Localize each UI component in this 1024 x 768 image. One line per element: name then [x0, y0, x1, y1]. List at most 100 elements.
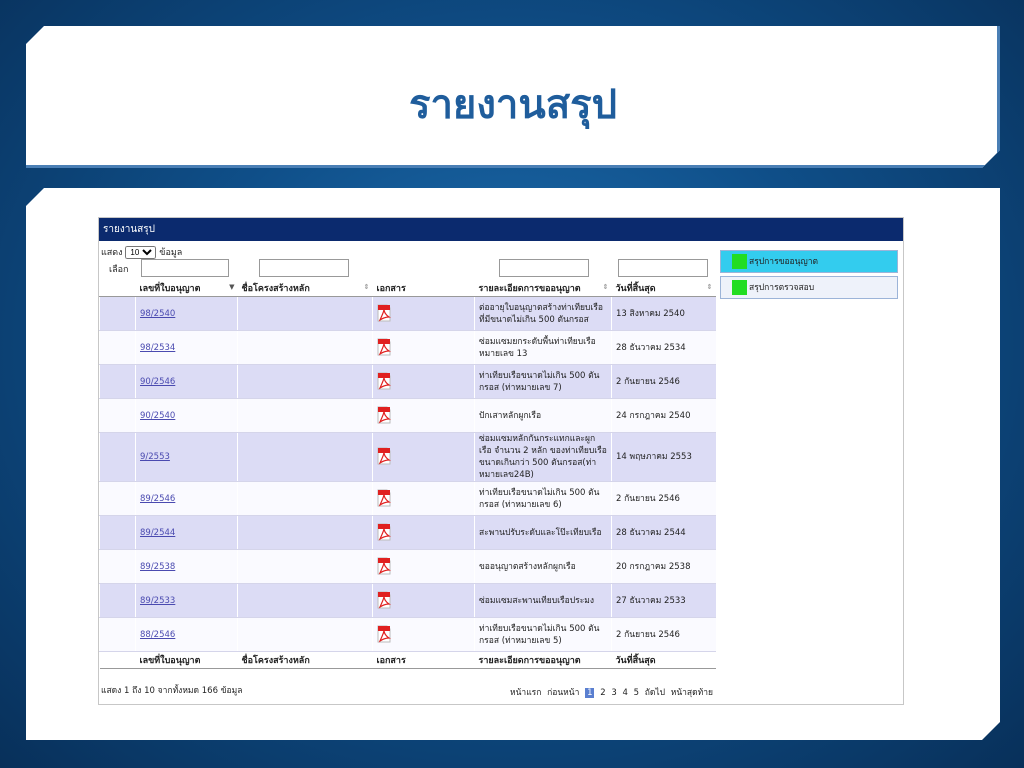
name-cell	[238, 584, 373, 618]
detail-cell: ท่าเทียบเรือขนาดไม่เกิน 500 ตันกรอส (ท่า…	[475, 618, 612, 652]
table-row: 90/2540 ปักเสาหลักผูกเรือ 24 กรกฎาคม 254…	[100, 399, 716, 433]
table-row: 89/2544 สะพานปรับระดับและโป๊ะเทียบเรือ 2…	[100, 516, 716, 550]
name-cell	[238, 618, 373, 652]
license-link[interactable]: 89/2546	[136, 482, 238, 516]
detail-cell: ท่าเทียบเรือขนาดไม่เกิน 500 ตันกรอส (ท่า…	[475, 365, 612, 399]
side-menu-label: สรุปการขออนุญาต	[749, 257, 819, 267]
detail-cell: สะพานปรับระดับและโป๊ะเทียบเรือ	[475, 516, 612, 550]
end-date-cell: 14 พฤษภาคม 2553	[612, 433, 716, 482]
license-link[interactable]: 98/2534	[136, 331, 238, 365]
col-doc-header: เอกสาร	[373, 280, 475, 297]
table-row: 89/2538 ขออนุญาตสร้างหลักผูกเรือ 20 กรกฎ…	[100, 550, 716, 584]
pdf-icon[interactable]	[377, 625, 391, 643]
name-cell	[238, 550, 373, 584]
license-link[interactable]: 89/2544	[136, 516, 238, 550]
pdf-icon[interactable]	[377, 557, 391, 575]
filter-license-input[interactable]	[141, 259, 229, 277]
pagination: หน้าแรก ก่อนหน้า 1 2 3 4 5 ถัดไป หน้าสุด…	[507, 685, 713, 699]
pager-page-4[interactable]: 4	[622, 688, 627, 698]
pdf-icon[interactable]	[377, 406, 391, 424]
pager-first[interactable]: หน้าแรก	[510, 688, 541, 698]
table-row: 89/2533 ซ่อมแซมสะพานเทียบเรือประมง 27 ธั…	[100, 584, 716, 618]
table-row: 88/2546 ท่าเทียบเรือขนาดไม่เกิน 500 ตันก…	[100, 618, 716, 652]
detail-cell: ต่ออายุใบอนุญาตสร้างท่าเทียบเรือที่มีขนา…	[475, 297, 612, 331]
end-date-cell: 2 กันยายน 2546	[612, 365, 716, 399]
end-date-cell: 24 กรกฎาคม 2540	[612, 399, 716, 433]
slide-title: รายงานสรุป	[408, 82, 617, 128]
table-row: 89/2546 ท่าเทียบเรือขนาดไม่เกิน 500 ตันก…	[100, 482, 716, 516]
sort-icon: ⇕	[706, 283, 713, 291]
foot-col-end: วันที่สิ้นสุด	[612, 652, 716, 669]
col-end-header[interactable]: วันที่สิ้นสุด ⇕	[612, 280, 716, 297]
page-size-control: แสดง 10 ข้อมูล	[101, 245, 182, 259]
detail-cell: ท่าเทียบเรือขนาดไม่เกิน 500 ตันกรอส (ท่า…	[475, 482, 612, 516]
col-detail-header[interactable]: รายละเอียดการขออนุญาต ⇕	[475, 280, 612, 297]
pdf-icon[interactable]	[377, 591, 391, 609]
green-marker-icon	[732, 254, 747, 269]
filter-label: เลือก	[109, 265, 129, 275]
license-link[interactable]: 90/2540	[136, 399, 238, 433]
name-cell	[238, 516, 373, 550]
show-prefix: แสดง	[101, 248, 123, 258]
name-cell	[238, 331, 373, 365]
side-menu-license-summary[interactable]: สรุปการขออนุญาต	[720, 250, 898, 273]
foot-col-name: ชื่อโครงสร้างหลัก	[238, 652, 373, 669]
license-link[interactable]: 89/2538	[136, 550, 238, 584]
end-date-cell: 13 สิงหาคม 2540	[612, 297, 716, 331]
sort-icon: ⇕	[602, 283, 609, 291]
pager-page-5[interactable]: 5	[634, 688, 639, 698]
pdf-icon[interactable]	[377, 489, 391, 507]
pager-page-3[interactable]: 3	[611, 688, 616, 698]
license-link[interactable]: 88/2546	[136, 618, 238, 652]
pager-prev[interactable]: ก่อนหน้า	[547, 688, 579, 698]
name-cell	[238, 297, 373, 331]
foot-col-detail: รายละเอียดการขออนุญาต	[475, 652, 612, 669]
foot-col-index	[100, 652, 136, 669]
end-date-cell: 28 ธันวาคม 2544	[612, 516, 716, 550]
table-row: 9/2553 ซ่อมแซมหลักกันกระแทกและผูกเรือ จำ…	[100, 433, 716, 482]
filter-detail-input[interactable]	[499, 259, 589, 277]
table-info: แสดง 1 ถึง 10 จากทั้งหมด 166 ข้อมูล	[101, 686, 243, 696]
report-table: เลขที่ใบอนุญาต ▼ ชื่อโครงสร้างหลัก ⇕ เอกสา…	[99, 280, 716, 669]
pdf-icon[interactable]	[377, 447, 391, 465]
table-row: 98/2540 ต่ออายุใบอนุญาตสร้างท่าเทียบเรือ…	[100, 297, 716, 331]
license-link[interactable]: 90/2546	[136, 365, 238, 399]
pager-page-2[interactable]: 2	[600, 688, 605, 698]
detail-cell: ซ่อมแซมยกระดับพื้นท่าเทียบเรือหมายเลข 13	[475, 331, 612, 365]
pager-last[interactable]: หน้าสุดท้าย	[671, 688, 713, 698]
show-suffix: ข้อมูล	[159, 248, 183, 258]
license-link[interactable]: 89/2533	[136, 584, 238, 618]
page-size-select[interactable]: 10	[125, 246, 156, 259]
end-date-cell: 27 ธันวาคม 2533	[612, 584, 716, 618]
table-row: 98/2534 ซ่อมแซมยกระดับพื้นท่าเทียบเรือหม…	[100, 331, 716, 365]
name-cell	[238, 433, 373, 482]
license-link[interactable]: 9/2553	[136, 433, 238, 482]
detail-cell: ซ่อมแซมสะพานเทียบเรือประมง	[475, 584, 612, 618]
table-row: 90/2546 ท่าเทียบเรือขนาดไม่เกิน 500 ตันก…	[100, 365, 716, 399]
pager-next[interactable]: ถัดไป	[645, 688, 665, 698]
green-marker-icon	[732, 280, 747, 295]
filter-name-input[interactable]	[259, 259, 349, 277]
col-name-header[interactable]: ชื่อโครงสร้างหลัก ⇕	[238, 280, 373, 297]
detail-cell: ปักเสาหลักผูกเรือ	[475, 399, 612, 433]
pdf-icon[interactable]	[377, 338, 391, 356]
pdf-icon[interactable]	[377, 304, 391, 322]
pager-page-1[interactable]: 1	[585, 688, 594, 698]
pdf-icon[interactable]	[377, 372, 391, 390]
foot-col-license: เลขที่ใบอนุญาต	[136, 652, 238, 669]
end-date-cell: 2 กันยายน 2546	[612, 618, 716, 652]
detail-cell: ขออนุญาตสร้างหลักผูกเรือ	[475, 550, 612, 584]
col-license-header[interactable]: เลขที่ใบอนุญาต ▼	[136, 280, 238, 297]
side-menu-inspection-summary[interactable]: สรุปการตรวจสอบ	[720, 276, 898, 299]
license-link[interactable]: 98/2540	[136, 297, 238, 331]
filter-date-input[interactable]	[618, 259, 708, 277]
end-date-cell: 20 กรกฎาคม 2538	[612, 550, 716, 584]
name-cell	[238, 482, 373, 516]
sort-desc-icon: ▼	[229, 283, 235, 291]
detail-cell: ซ่อมแซมหลักกันกระแทกและผูกเรือ จำนวน 2 ห…	[475, 433, 612, 482]
col-index	[100, 280, 136, 297]
table-body: 98/2540 ต่ออายุใบอนุญาตสร้างท่าเทียบเรือ…	[100, 297, 716, 652]
sort-icon: ⇕	[363, 283, 370, 291]
report-header: รายงานสรุป	[99, 218, 903, 241]
pdf-icon[interactable]	[377, 523, 391, 541]
